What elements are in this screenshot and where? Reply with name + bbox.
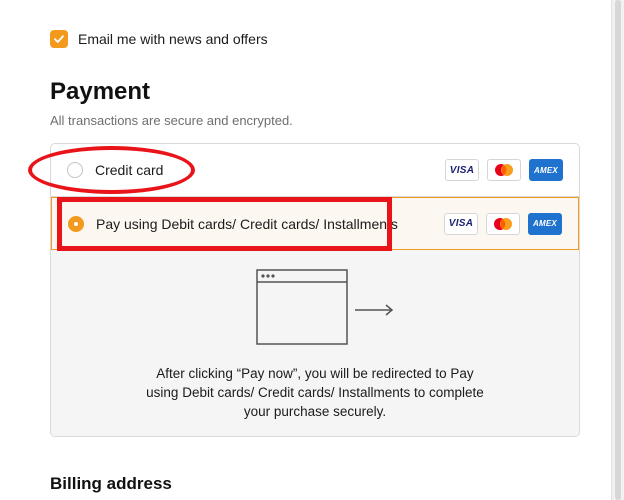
checkmark-icon [54, 35, 64, 43]
credit-card-label: Credit card [95, 162, 164, 178]
payment-methods-box: Credit card VISA AMEX Pay using Debit ca… [50, 143, 580, 437]
payment-option-debit-credit-installments[interactable]: Pay using Debit cards/ Credit cards/ Ins… [51, 197, 579, 250]
amex-logo: AMEX [528, 212, 562, 235]
debit-credit-installments-label: Pay using Debit cards/ Credit cards/ Ins… [96, 215, 398, 232]
scrollbar-thumb[interactable] [615, 0, 621, 500]
payment-title: Payment [50, 78, 151, 105]
debit-credit-installments-radio[interactable] [68, 215, 84, 232]
payment-option-credit-card[interactable]: Credit card VISA AMEX [51, 144, 579, 197]
mastercard-logo [486, 212, 520, 235]
newsletter-label: Email me with news and offers [78, 31, 268, 47]
newsletter-option[interactable]: Email me with news and offers [50, 30, 268, 48]
browser-redirect-icon [256, 269, 394, 345]
redirect-message: After clicking “Pay now”, you will be re… [146, 366, 484, 419]
amex-logo: AMEX [529, 159, 563, 181]
visa-logo: VISA [445, 159, 479, 181]
payment-subtitle: All transactions are secure and encrypte… [50, 113, 293, 128]
visa-logo: VISA [444, 212, 478, 235]
redirect-info-panel: After clicking “Pay now”, you will be re… [51, 250, 579, 436]
scrollbar[interactable] [611, 0, 624, 500]
mastercard-logo [487, 159, 521, 181]
card-logos: VISA AMEX [445, 159, 563, 181]
billing-address-title: Billing address [50, 474, 172, 493]
credit-card-radio[interactable] [67, 162, 83, 178]
card-logos: VISA AMEX [444, 212, 562, 235]
newsletter-checkbox[interactable] [50, 30, 68, 48]
